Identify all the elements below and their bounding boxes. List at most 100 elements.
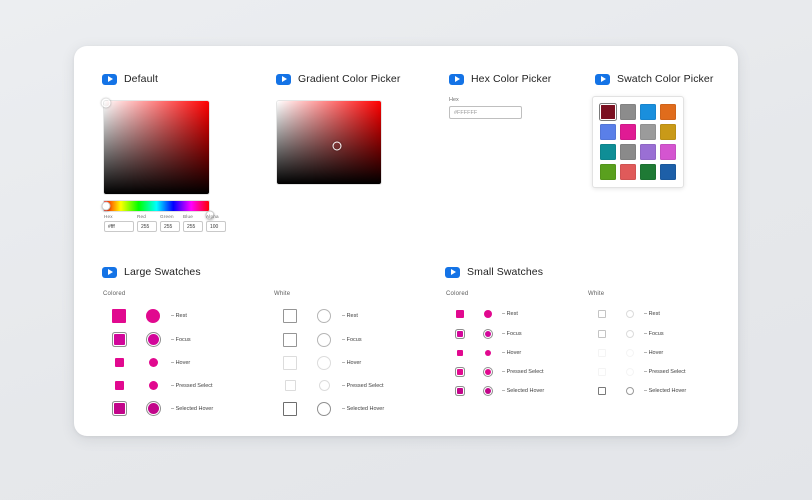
small-colored-group: Colored – Rest – Focus – Hover – Pressed… [446, 291, 544, 400]
white-square-hover[interactable] [283, 355, 297, 370]
small-white-square-selected-hover[interactable] [598, 386, 606, 395]
saturation-handle[interactable] [101, 98, 111, 108]
swatch-picker-panel[interactable] [592, 96, 684, 188]
swatch-cell[interactable] [600, 164, 616, 180]
small-white-square-focus[interactable] [598, 329, 606, 338]
swatch-circle-pressed[interactable] [148, 381, 158, 390]
swatch-cell[interactable] [660, 164, 676, 180]
small-square-focus[interactable] [457, 330, 463, 337]
default-saturation-area[interactable] [101, 98, 209, 194]
small-square-rest[interactable] [456, 309, 464, 318]
field-blue-label: Blue [183, 214, 193, 219]
state-label: – Hover [502, 349, 522, 356]
swatch-cell[interactable] [600, 124, 616, 140]
swatch-square-hover[interactable] [114, 358, 124, 367]
small-circle-selected-hover[interactable] [485, 387, 491, 394]
swatch-cell[interactable] [640, 124, 656, 140]
small-white-circle-focus[interactable] [626, 329, 634, 338]
white-circle-pressed[interactable] [318, 380, 330, 391]
swatch-cell[interactable] [640, 144, 656, 160]
swatch-cell[interactable] [600, 144, 616, 160]
white-circle-focus[interactable] [317, 332, 331, 347]
small-square-selected-hover[interactable] [457, 387, 463, 394]
gradient-saturation-area[interactable] [277, 101, 381, 184]
app-background: Default Hex Red Green Blue Alpha [0, 0, 812, 500]
field-green[interactable]: Green [160, 214, 180, 232]
field-green-label: Green [160, 214, 174, 219]
small-white-square-rest[interactable] [598, 309, 606, 318]
small-white-circle-pressed[interactable] [626, 367, 634, 376]
white-square-focus[interactable] [283, 332, 297, 347]
state-label: – Pressed Select [502, 368, 544, 375]
state-label: – Hover [342, 359, 362, 366]
swatch-circle-rest[interactable] [146, 308, 160, 323]
field-hex-label: Hex [104, 214, 113, 219]
section-title-small-swatches: Small Swatches [467, 266, 544, 278]
white-circle-rest[interactable] [317, 308, 331, 323]
small-white-square-hover[interactable] [598, 348, 606, 357]
small-colored-row-focus: – Focus [446, 324, 544, 343]
state-label: – Hover [171, 359, 191, 366]
swatch-square-pressed[interactable] [114, 381, 124, 390]
small-white-square-pressed[interactable] [598, 367, 606, 376]
small-colored-row-selected-hover: – Selected Hover [446, 381, 544, 400]
field-alpha-input[interactable] [206, 221, 226, 232]
default-hue-slider[interactable] [101, 201, 215, 220]
play-icon [102, 73, 117, 85]
section-title-swatch: Swatch Color Picker [617, 73, 714, 85]
swatch-cell[interactable] [640, 164, 656, 180]
play-icon [276, 73, 291, 85]
swatch-circle-focus[interactable] [147, 334, 159, 345]
small-circle-focus[interactable] [485, 330, 491, 337]
field-green-input[interactable] [160, 221, 180, 232]
white-square-selected-hover[interactable] [283, 401, 297, 416]
hex-field-input[interactable] [449, 106, 522, 119]
white-circle-hover[interactable] [317, 355, 331, 370]
swatch-cell[interactable] [600, 104, 616, 120]
white-circle-selected-hover[interactable] [317, 401, 331, 416]
swatch-grid[interactable] [600, 104, 676, 180]
swatch-cell[interactable] [660, 144, 676, 160]
small-white-row-focus: – Focus [588, 324, 686, 343]
field-hex[interactable]: Hex [104, 214, 134, 232]
small-square-pressed[interactable] [457, 368, 463, 375]
field-red[interactable]: Red [137, 214, 157, 232]
white-square-pressed[interactable] [284, 380, 296, 391]
play-icon [449, 73, 464, 85]
hex-field-group[interactable]: Hex [449, 97, 522, 119]
small-circle-pressed[interactable] [485, 368, 491, 375]
swatch-cell[interactable] [620, 104, 636, 120]
swatch-cell[interactable] [640, 104, 656, 120]
swatch-cell[interactable] [660, 104, 676, 120]
swatch-circle-selected-hover[interactable] [147, 403, 159, 414]
small-white-row-pressed: – Pressed Select [588, 362, 686, 381]
play-icon [102, 266, 117, 278]
swatch-cell[interactable] [660, 124, 676, 140]
large-white-row-focus: – Focus [274, 328, 384, 351]
field-blue-input[interactable] [183, 221, 203, 232]
field-red-input[interactable] [137, 221, 157, 232]
large-white-group: White – Rest – Focus – Hover – Pressed S… [274, 291, 384, 420]
field-hex-input[interactable] [104, 221, 134, 232]
field-alpha[interactable]: Alpha [206, 214, 226, 232]
section-heading-large-swatches: Large Swatches [102, 266, 201, 278]
swatch-cell[interactable] [620, 144, 636, 160]
gradient-handle[interactable] [332, 141, 342, 151]
swatch-square-selected-hover[interactable] [113, 403, 125, 414]
swatch-circle-hover[interactable] [148, 358, 158, 367]
hue-handle[interactable] [101, 201, 111, 211]
small-white-circle-rest[interactable] [626, 309, 634, 318]
field-blue[interactable]: Blue [183, 214, 203, 232]
small-circle-hover[interactable] [485, 349, 491, 356]
small-white-circle-selected-hover[interactable] [626, 386, 634, 395]
small-square-hover[interactable] [457, 349, 463, 356]
small-colored-row-hover: – Hover [446, 343, 544, 362]
swatch-cell[interactable] [620, 124, 636, 140]
white-square-rest[interactable] [283, 308, 297, 323]
swatch-cell[interactable] [620, 164, 636, 180]
swatch-square-focus[interactable] [113, 334, 125, 345]
section-title-large-swatches: Large Swatches [124, 266, 201, 278]
small-circle-rest[interactable] [484, 309, 492, 318]
swatch-square-rest[interactable] [112, 308, 126, 323]
small-white-circle-hover[interactable] [626, 348, 634, 357]
